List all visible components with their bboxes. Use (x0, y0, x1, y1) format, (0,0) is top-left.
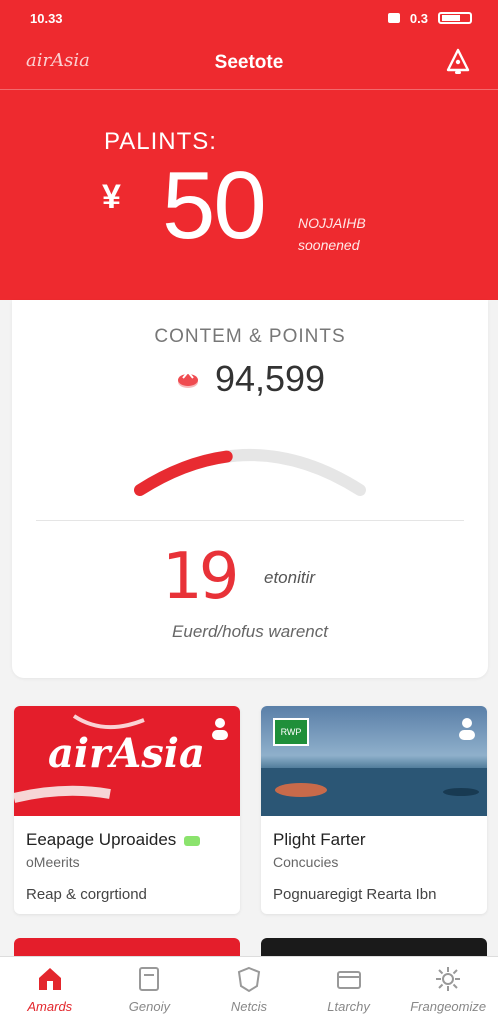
points-value: 50 (162, 152, 267, 259)
status-bar: 10.33 0.3 (0, 0, 498, 36)
points-panel: PALINTS: ¥ 50 NOJJAIHB soonened (0, 90, 498, 300)
nav-label: Frangeomize (410, 999, 487, 1014)
reward-count-label: etonitir (264, 568, 316, 587)
points-summary-card[interactable]: CONTEM & POINTS 94,599 19 etonitir Euerd… (12, 300, 488, 678)
offer-subtitle: oMeerits (26, 854, 80, 870)
status-time: 10.33 (30, 10, 63, 26)
home-icon (38, 968, 61, 990)
offer-image: airAsia (14, 706, 240, 816)
offer-title: Eeapage Uproaides (26, 830, 228, 850)
wallet-icon (336, 971, 361, 989)
battery-icon (438, 12, 472, 24)
shield-icon (237, 966, 261, 993)
bottom-nav: Amards Genoiy Netcis Ltarchy Frangeomize (0, 956, 498, 1024)
nav-label: Genoiy (128, 999, 170, 1014)
nav-label: Ltarchy (327, 999, 370, 1014)
notification-icon (387, 13, 400, 23)
nav-label: Netcis (230, 999, 268, 1014)
card-icon (139, 967, 160, 991)
tag-chip (184, 835, 201, 846)
offer-subtitle: Concucies (273, 854, 339, 870)
nav-item-genoiy[interactable]: Genoiy (104, 965, 194, 1014)
balance-value: 94,599 (214, 358, 326, 399)
points-note-line1: NOJJAIHB (298, 215, 366, 231)
bell-icon[interactable] (442, 46, 474, 78)
offer-description: Reap & corgrtiond (26, 886, 147, 903)
brand-logo[interactable]: airAsia (26, 50, 90, 71)
divider (36, 520, 464, 521)
nav-label: Amards (27, 999, 73, 1014)
nav-item-netcis[interactable]: Netcis (204, 965, 294, 1014)
offer-description: Pognuaregigt Rearta Ibn (273, 886, 437, 903)
settings-icon (436, 967, 461, 991)
balance-row: 94,599 (12, 358, 488, 400)
offer-card-flight[interactable]: RWP Plight Farter Concucies Pognuaregigt… (261, 706, 487, 914)
offer-card-upgrades[interactable]: airAsia Eeapage Uproaides oMeerits Reap … (14, 706, 240, 914)
page-title: Seetote (214, 51, 284, 73)
nav-item-ltarchy[interactable]: Ltarchy (304, 965, 394, 1014)
section-label: CONTEM & POINTS (154, 326, 346, 347)
currency-symbol: ¥ (102, 178, 121, 216)
app-header: airAsia Seetote (0, 36, 498, 90)
nav-item-awards[interactable]: Amards (5, 965, 95, 1014)
user-badge-icon (459, 718, 475, 740)
offer-image: RWP (261, 706, 487, 816)
status-text: 0.3 (409, 10, 428, 26)
points-note: NOJJAIHB soonened (298, 212, 366, 256)
progress-arc (134, 449, 366, 496)
airasia-logo: airAsia (48, 730, 205, 777)
nav-item-frangeomize[interactable]: Frangeomize (403, 965, 493, 1014)
coin-icon (177, 370, 198, 388)
reward-caption: Euerd/hofus warenct (172, 622, 328, 641)
partner-tag: RWP (273, 718, 309, 746)
user-badge-icon (212, 718, 228, 740)
offer-title: Plight Farter (273, 830, 366, 849)
points-note-line2: soonened (298, 237, 360, 253)
status-icons: 0.3 (387, 10, 472, 26)
reward-count: 19 (162, 540, 239, 614)
